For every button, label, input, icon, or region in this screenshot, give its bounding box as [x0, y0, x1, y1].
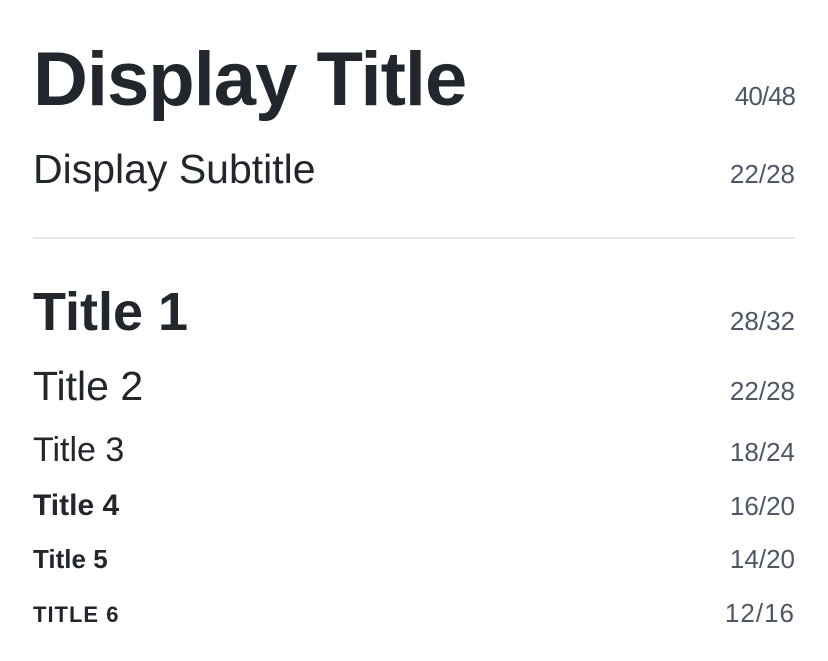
title-1-sample: Title 1: [33, 282, 189, 342]
title-3-spec: 18/24: [729, 437, 795, 467]
title-3-sample: Title 3: [33, 431, 125, 469]
title-5-spec: 14/20: [729, 544, 795, 574]
title-1-row: Title 1 28/32: [33, 281, 795, 343]
title-4-sample: Title 4: [33, 489, 120, 522]
section-divider: [33, 237, 795, 239]
title-5-row: Title 5 14/20: [33, 544, 795, 575]
title-2-spec: 22/28: [729, 376, 795, 406]
title-1-spec: 28/32: [729, 306, 795, 336]
display-title-row: Display Title 40/48: [33, 36, 796, 123]
display-subtitle-sample: Display Subtitle: [33, 146, 316, 192]
title-6-row: TITLE 6 12/16: [33, 598, 795, 629]
title-3-row: Title 3 18/24: [33, 431, 795, 470]
display-subtitle-spec: 22/28: [729, 159, 795, 189]
title-5-sample: Title 5: [33, 544, 108, 574]
title-4-spec: 16/20: [729, 491, 795, 521]
title-4-row: Title 4 16/20: [33, 489, 795, 523]
display-title-sample: Display Title: [33, 37, 467, 122]
title-6-spec: 12/16: [724, 598, 795, 628]
title-6-sample: TITLE 6: [33, 602, 120, 627]
display-title-spec: 40/48: [734, 81, 796, 111]
display-subtitle-row: Display Subtitle 22/28: [33, 146, 795, 193]
title-2-row: Title 2 22/28: [33, 363, 795, 410]
title-2-sample: Title 2: [33, 363, 144, 409]
